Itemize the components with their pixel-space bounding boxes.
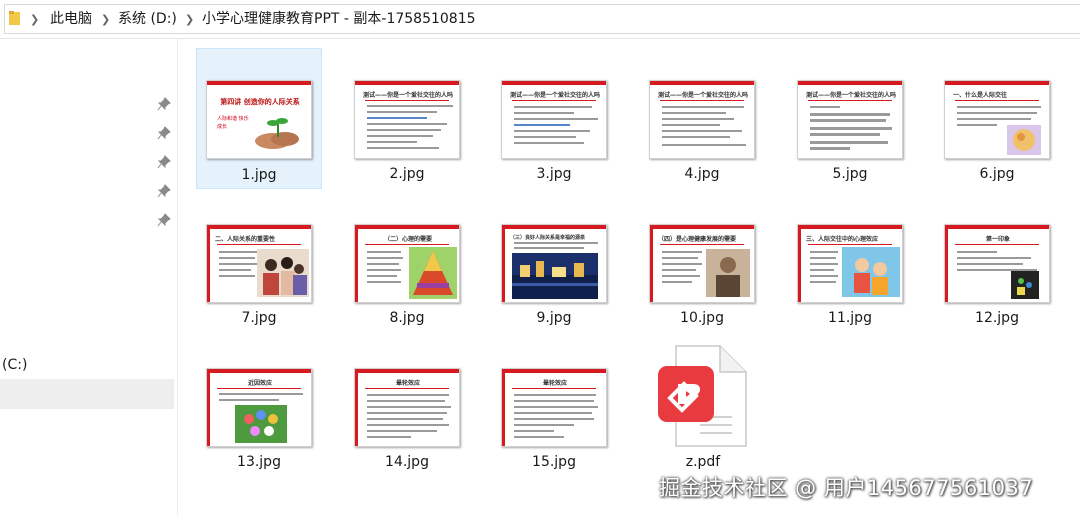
address-bar[interactable]: ❯ 此电脑 ❯ 系统 (D:) ❯ 小学心理健康教育PPT - 副本-17585… xyxy=(0,0,1080,39)
file-tile-12[interactable]: 第一印象 12.jpg xyxy=(934,192,1060,333)
slide-title: 测试——你是一个爱社交往的人吗？ xyxy=(510,92,600,99)
file-name: 12.jpg xyxy=(975,310,1019,326)
slide-thumbnail: 测试——你是一个爱社交往的人吗？ xyxy=(649,80,755,159)
slide-title: 一、什么是人际交往 xyxy=(953,92,1008,99)
slide-title: 测试——你是一个爱社交往的人吗？ xyxy=(363,92,453,99)
slide-thumbnail: （四）是心理健康发展的需要 xyxy=(649,224,755,303)
slide-thumbnail: 第一印象 xyxy=(944,224,1050,303)
slide-thumbnail: 一、什么是人际交往 xyxy=(944,80,1050,159)
slide-caption: 人际和谐 快乐成长 xyxy=(217,116,249,130)
slide-title: 二、人际关系的重要性 xyxy=(215,236,276,243)
slide-thumbnail: （二）心理的需要 xyxy=(354,224,460,303)
file-name: 6.jpg xyxy=(979,166,1015,182)
globe-image xyxy=(1007,125,1041,155)
file-name: 4.jpg xyxy=(684,166,720,182)
file-name: 11.jpg xyxy=(828,310,872,326)
pin-icon[interactable] xyxy=(157,126,171,140)
family-photo-image xyxy=(257,249,309,297)
chevron-right-icon[interactable]: ❯ xyxy=(185,12,194,28)
pin-icon[interactable] xyxy=(157,97,171,111)
file-name: 2.jpg xyxy=(389,166,425,182)
pin-icon[interactable] xyxy=(157,184,171,198)
file-name: 5.jpg xyxy=(832,166,868,182)
chevron-right-icon[interactable]: ❯ xyxy=(101,12,110,28)
slide-title: （三）良好人际关系是幸福的源泉 xyxy=(510,235,586,241)
slide-thumbnail: 晕轮效应 xyxy=(354,368,460,447)
slide-title: 测试——你是一个爱社交往的人吗？ xyxy=(658,92,748,99)
file-tile-5[interactable]: 测试——你是一个爱社交往的人吗？ 5.jpg xyxy=(787,48,913,189)
file-name: 13.jpg xyxy=(237,454,281,470)
slide-title: 测试——你是一个爱社交往的人吗？ xyxy=(806,92,896,99)
pin-icon[interactable] xyxy=(157,155,171,169)
slide-thumbnail: 近因效应 xyxy=(206,368,312,447)
slide-title: 三、人际交往中的心理效应 xyxy=(806,236,879,243)
file-tile-6[interactable]: 一、什么是人际交往 6.jpg xyxy=(934,48,1060,189)
slide-thumbnail: （三）良好人际关系是幸福的源泉 xyxy=(501,224,607,303)
pin-icon[interactable] xyxy=(157,213,171,227)
slide-thumbnail: 晕轮效应 xyxy=(501,368,607,447)
slide-title: 晕轮效应 xyxy=(542,380,567,387)
folder-icon xyxy=(9,11,20,25)
group-circle-image xyxy=(235,405,287,443)
file-name: 10.jpg xyxy=(680,310,724,326)
file-tile-16[interactable]: z.pdf xyxy=(650,340,756,470)
slide-title: 近因效应 xyxy=(247,380,272,387)
slide-title: 第一印象 xyxy=(985,236,1010,243)
navigation-pane[interactable]: (C:) xyxy=(0,39,178,516)
chevron-right-icon[interactable]: ❯ xyxy=(30,12,39,28)
file-tile-14[interactable]: 晕轮效应 14.jpg xyxy=(344,336,470,477)
file-name: 1.jpg xyxy=(241,167,277,183)
breadcrumb-this-pc[interactable]: 此电脑 xyxy=(50,11,92,27)
file-name: 14.jpg xyxy=(385,454,429,470)
night-city-image xyxy=(512,253,598,299)
slide-title: （二）心理的需要 xyxy=(383,236,432,243)
slide-title: 晕轮效应 xyxy=(395,380,420,387)
slide-thumbnail: 测试——你是一个爱社交往的人吗？ xyxy=(501,80,607,159)
slide-thumbnail: 测试——你是一个爱社交往的人吗？ xyxy=(797,80,903,159)
file-tile-10[interactable]: （四）是心理健康发展的需要 10.jpg xyxy=(639,192,765,333)
file-name: 8.jpg xyxy=(389,310,425,326)
slide-title: （四）是心理健康发展的需要 xyxy=(658,236,737,243)
nav-item-selected[interactable] xyxy=(0,379,174,409)
file-name: 9.jpg xyxy=(536,310,572,326)
file-tile-7[interactable]: 二、人际关系的重要性 7.jpg xyxy=(196,192,322,333)
file-tile-2[interactable]: 测试——你是一个爱社交往的人吗？ 2.jpg xyxy=(344,48,470,189)
file-tile-3[interactable]: 测试——你是一个爱社交往的人吗？ 3.jpg xyxy=(491,48,617,189)
file-name: 7.jpg xyxy=(241,310,277,326)
portrait-photo-image xyxy=(706,249,750,297)
breadcrumb-current-folder[interactable]: 小学心理健康教育PPT - 副本-1758510815 xyxy=(202,11,476,27)
hands-plant-image xyxy=(255,118,299,149)
file-name: z.pdf xyxy=(685,454,721,470)
file-tile-9[interactable]: （三）良好人际关系是幸福的源泉 9.jpg xyxy=(491,192,617,333)
file-tile-13[interactable]: 近因效应 13.jpg xyxy=(196,336,322,477)
children-playing-image xyxy=(842,247,900,297)
figure-image xyxy=(1011,271,1039,299)
file-name: 3.jpg xyxy=(536,166,572,182)
file-name: 15.jpg xyxy=(532,454,576,470)
slide-title: 第四讲 创造你的人际关系 xyxy=(220,98,300,106)
watermark-text: 掘金技术社区 @ 用户145677561037 xyxy=(659,476,1034,500)
file-tile-8[interactable]: （二）心理的需要 8.jpg xyxy=(344,192,470,333)
slide-thumbnail: 三、人际交往中的心理效应 xyxy=(797,224,903,303)
file-tile-4[interactable]: 测试——你是一个爱社交往的人吗？ 4.jpg xyxy=(639,48,765,189)
nav-item-drive-c[interactable]: (C:) xyxy=(2,357,27,373)
slide-thumbnail: 二、人际关系的重要性 xyxy=(206,224,312,303)
slide-thumbnail: 第四讲 创造你的人际关系 人际和谐 快乐成长 xyxy=(206,80,312,159)
pdf-file-icon xyxy=(658,345,747,447)
pyramid-diagram-image xyxy=(409,247,457,299)
file-tile-15[interactable]: 晕轮效应 15.jpg xyxy=(491,336,617,477)
file-tile-11[interactable]: 三、人际交往中的心理效应 11.jpg xyxy=(787,192,913,333)
slide-thumbnail: 测试——你是一个爱社交往的人吗？ xyxy=(354,80,460,159)
file-tile-1[interactable]: 第四讲 创造你的人际关系 人际和谐 快乐成长 1.jpg xyxy=(196,48,322,189)
breadcrumb-drive-d[interactable]: 系统 (D:) xyxy=(118,11,177,27)
